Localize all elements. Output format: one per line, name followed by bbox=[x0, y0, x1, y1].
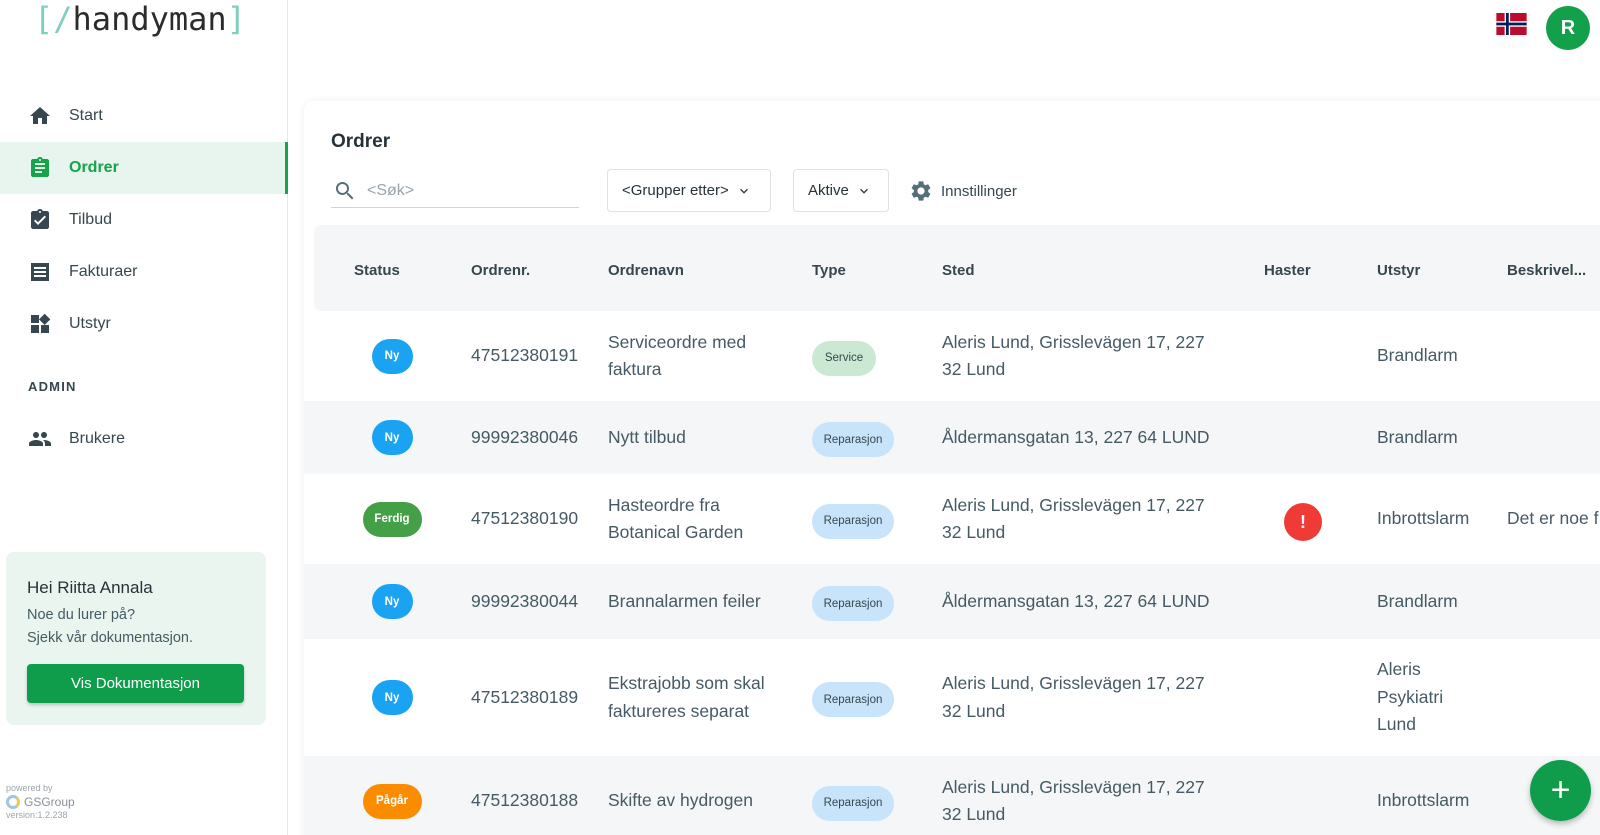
add-order-button[interactable]: + bbox=[1530, 760, 1591, 821]
place-text-line: Aleris Lund, Grisslevägen 17, 227 bbox=[942, 494, 1205, 515]
status-badge: Pågår bbox=[362, 783, 422, 819]
place-text: Aleris Lund, Grisslevägen 17, 227 32 Lund bbox=[942, 670, 1242, 725]
place-text-line: 32 Lund bbox=[942, 804, 1006, 824]
urgent-icon: ! bbox=[1284, 503, 1322, 541]
order-name-line: Nytt tilbud bbox=[608, 426, 686, 447]
equipment-text-line: Lund bbox=[1377, 714, 1416, 735]
status-badge: Ny bbox=[371, 420, 413, 455]
type-badge: Reparasjon bbox=[812, 785, 894, 821]
equipment-text: Brandlarm bbox=[1377, 424, 1497, 452]
order-number[interactable]: 99992380044 bbox=[471, 588, 578, 616]
place-text-line: 32 Lund bbox=[942, 359, 1006, 379]
place-text-line: Aleris Lund, Grisslevägen 17, 227 bbox=[942, 673, 1205, 693]
place-text-line: Åldermansgatan 13, 227 64 LUND bbox=[942, 590, 1210, 611]
order-name: Ekstrajobb som skal faktureres separat bbox=[608, 670, 798, 725]
order-name-line: Brannalarmen feiler bbox=[608, 590, 761, 611]
equipment-text: Brandlarm bbox=[1377, 588, 1497, 616]
order-name: Nytt tilbud bbox=[608, 424, 798, 452]
order-name: Serviceordre med faktura bbox=[608, 329, 798, 384]
table-body: Ny 47512380191 Serviceordre med faktura Serv… bbox=[0, 0, 1600, 835]
order-name: Skifte av hydrogen bbox=[608, 787, 798, 815]
place-text-line: Åldermansgatan 13, 227 64 LUND bbox=[942, 426, 1210, 447]
place-text-line: Aleris Lund, Grisslevägen 17, 227 bbox=[942, 331, 1205, 352]
equipment-text-line: Brandlarm bbox=[1377, 345, 1458, 366]
equipment-text: Inbrottslarm bbox=[1377, 505, 1497, 533]
place-text: Aleris Lund, Grisslevägen 17, 227 32 Lund bbox=[942, 774, 1242, 829]
order-name-line: Ekstrajobb som skal bbox=[608, 673, 765, 693]
equipment-text-line: Inbrottslarm bbox=[1377, 790, 1470, 811]
equipment-text-line: Brandlarm bbox=[1377, 590, 1458, 611]
equipment-text-line: Psykiatri bbox=[1377, 686, 1444, 707]
status-badge: Ny bbox=[371, 584, 413, 619]
order-name-line: Serviceordre med bbox=[608, 331, 747, 352]
status-badge: Ny bbox=[371, 680, 413, 715]
place-text: Åldermansgatan 13, 227 64 LUND bbox=[942, 588, 1242, 616]
order-name: Brannalarmen feiler bbox=[608, 588, 798, 616]
order-number[interactable]: 47512380191 bbox=[471, 342, 578, 370]
order-name-line: faktura bbox=[608, 359, 662, 379]
type-badge: Service bbox=[812, 340, 876, 376]
equipment-text-line: Brandlarm bbox=[1377, 426, 1458, 447]
place-text: Aleris Lund, Grisslevägen 17, 227 32 Lund bbox=[942, 329, 1242, 384]
place-text-line: 32 Lund bbox=[942, 522, 1006, 542]
type-badge: Reparasjon bbox=[812, 586, 894, 621]
status-badge: Ny bbox=[371, 338, 413, 374]
equipment-text: Brandlarm bbox=[1377, 342, 1497, 370]
order-number[interactable]: 47512380190 bbox=[471, 505, 578, 533]
order-name-line: Botanical Garden bbox=[608, 522, 744, 542]
place-text-line: 32 Lund bbox=[942, 700, 1006, 721]
order-number[interactable]: 47512380189 bbox=[471, 684, 578, 712]
order-name-line: Skifte av hydrogen bbox=[608, 790, 753, 811]
status-badge: Ferdig bbox=[362, 501, 422, 537]
type-badge: Reparasjon bbox=[812, 503, 894, 539]
order-name: Hasteordre fra Botanical Garden bbox=[608, 492, 798, 547]
equipment-text-line: Aleris bbox=[1377, 659, 1421, 680]
type-badge: Reparasjon bbox=[812, 422, 894, 457]
equipment-text: Inbrottslarm bbox=[1377, 787, 1497, 815]
order-number[interactable]: 47512380188 bbox=[471, 787, 578, 815]
place-text: Åldermansgatan 13, 227 64 LUND bbox=[942, 424, 1242, 452]
app-root: [/handyman] Start Ordrer Tilbud Fakturae… bbox=[0, 0, 1600, 835]
description-text: Det er noe f bbox=[1507, 508, 1599, 529]
order-number[interactable]: 99992380046 bbox=[471, 424, 578, 452]
equipment-text: Aleris Psykiatri Lund bbox=[1377, 656, 1497, 739]
order-name-line: faktureres separat bbox=[608, 700, 750, 721]
place-text: Aleris Lund, Grisslevägen 17, 227 32 Lund bbox=[942, 492, 1242, 547]
place-text-line: Aleris Lund, Grisslevägen 17, 227 bbox=[942, 776, 1205, 797]
type-badge: Reparasjon bbox=[812, 682, 894, 717]
equipment-text-line: Inbrottslarm bbox=[1377, 508, 1470, 529]
order-name-line: Hasteordre fra bbox=[608, 494, 720, 515]
